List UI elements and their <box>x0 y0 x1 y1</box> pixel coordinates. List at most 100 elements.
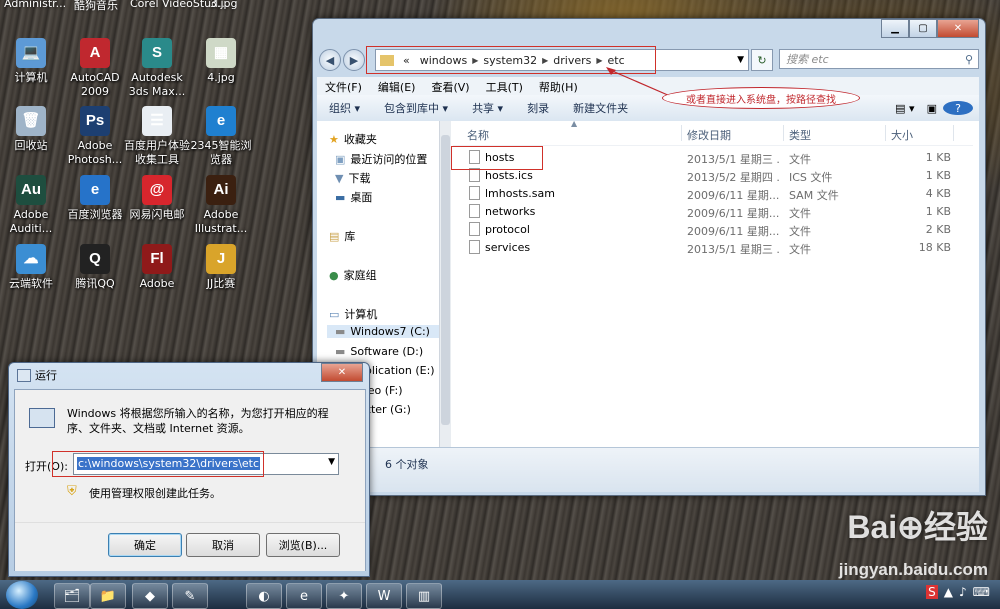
file-type: ICS 文件 <box>789 171 833 184</box>
desktop-icon[interactable]: e 百度浏览器 <box>60 175 130 222</box>
forward-button[interactable]: ▶ <box>343 49 365 71</box>
share-button[interactable]: 共享 ▾ <box>460 100 515 116</box>
cancel-button[interactable]: 取消 <box>186 533 260 557</box>
taskbar-word-icon: W <box>377 588 391 604</box>
desktop-icon[interactable]: 💻 计算机 <box>0 38 66 85</box>
minimize-button[interactable]: ▁ <box>881 19 909 38</box>
desktop-icon[interactable]: @ 网易闪电邮 <box>122 175 192 222</box>
taskbar-explorer[interactable]: 📁 <box>90 583 126 609</box>
menu-edit[interactable]: 编辑(E) <box>370 77 424 95</box>
new-folder-button[interactable]: 新建文件夹 <box>561 100 640 116</box>
nav-item-label: Software (D:) <box>350 345 424 358</box>
organize-button[interactable]: 组织 ▾ <box>317 100 372 116</box>
back-button[interactable]: ◀ <box>319 49 341 71</box>
taskbar-pin-1[interactable]: 🗂 <box>54 583 90 609</box>
nav-drive-c[interactable]: ▬ Windows7 (C:) <box>327 325 439 338</box>
nav-libraries[interactable]: ▤ 库 <box>329 228 355 244</box>
desktop-icon[interactable]: ☁ 云端软件 <box>0 244 66 291</box>
run-close-button[interactable]: ✕ <box>321 363 363 382</box>
file-icon <box>469 240 480 254</box>
status-bar: 6 个对象 <box>317 447 979 492</box>
desktop-icon[interactable]: ☰ 百度用户体验收集工具 <box>122 106 192 167</box>
taskbar-app-3[interactable]: ◆ <box>132 583 168 609</box>
open-dropdown-icon[interactable]: ▼ <box>328 457 335 467</box>
desktop-icon-label: Autodesk 3ds Max... <box>128 71 186 98</box>
desktop-icon[interactable]: ▦ 4.jpg <box>186 38 256 85</box>
column-type[interactable]: 类型 <box>789 127 811 143</box>
search-input[interactable]: 搜索 etc ⚲ <box>779 49 979 69</box>
shield-icon: ⛨ <box>67 484 77 499</box>
nav-item-label: Windows7 (C:) <box>350 325 430 338</box>
nav-drive-c-icon: ▬ <box>335 325 346 338</box>
file-date: 2013/5/1 星期三 ... <box>687 153 779 166</box>
desktop-label-kugou[interactable]: 酷狗音乐 <box>74 0 118 13</box>
help-icon[interactable]: ? <box>943 101 973 115</box>
run-program-icon <box>29 408 55 428</box>
file-row[interactable]: protocol 2009/6/11 星期... 文件 2 KB <box>453 221 973 239</box>
desktop-icon[interactable]: Q 腾讯QQ <box>60 244 130 291</box>
burn-button[interactable]: 刻录 <box>515 100 561 116</box>
tray-keyboard-icon[interactable]: ⌨ <box>973 585 990 599</box>
tray-s-icon[interactable]: S <box>926 585 938 599</box>
view-options-icon[interactable]: ▤ ▾ <box>889 102 920 115</box>
tray-volume-icon[interactable]: ♪ <box>959 585 967 599</box>
file-row[interactable]: services 2013/5/1 星期三 ... 文件 18 KB <box>453 239 973 257</box>
start-button[interactable] <box>6 581 38 609</box>
column-divider[interactable] <box>953 125 954 141</box>
admin-note: 使用管理权限创建此任务。 <box>89 487 221 500</box>
ok-button[interactable]: 确定 <box>108 533 182 557</box>
image-file-icon: ▦ <box>206 38 236 68</box>
nav-item-label: 收藏夹 <box>343 133 377 146</box>
desktop-icon[interactable]: 🗑 回收站 <box>0 106 66 153</box>
nav-scrollbar[interactable] <box>439 121 451 447</box>
desktop-label-admin[interactable]: Administr... <box>4 0 66 10</box>
menu-tools[interactable]: 工具(T) <box>478 77 531 95</box>
nav-drive-d[interactable]: ▬ Software (D:) <box>335 345 423 358</box>
column-date[interactable]: 修改日期 <box>687 127 731 143</box>
desktop-icon[interactable]: Ai Adobe Illustrat... <box>186 175 256 236</box>
browse-button[interactable]: 浏览(B)... <box>266 533 340 557</box>
tray-network-icon[interactable]: ▲ <box>944 585 953 599</box>
maximize-button[interactable]: ▢ <box>909 19 937 38</box>
column-name[interactable]: 名称 <box>467 127 489 143</box>
nav-downloads[interactable]: ▼ 下载 <box>335 170 370 186</box>
column-size[interactable]: 大小 <box>891 127 913 143</box>
column-divider[interactable] <box>783 125 784 141</box>
menu-help[interactable]: 帮助(H) <box>531 77 586 95</box>
taskbar-browser-2[interactable]: e <box>286 583 322 609</box>
file-row[interactable]: lmhosts.sam 2009/6/11 星期... SAM 文件 4 KB <box>453 185 973 203</box>
refresh-button[interactable]: ↻ <box>751 49 773 71</box>
nav-computer[interactable]: ▭ 计算机 <box>329 306 377 322</box>
desktop-icon[interactable]: Fl Adobe <box>122 244 192 291</box>
taskbar-app-4[interactable]: ✎ <box>172 583 208 609</box>
taskbar-word[interactable]: W <box>366 583 402 609</box>
recycle-bin-icon: 🗑 <box>16 106 46 136</box>
search-icon[interactable]: ⚲ <box>965 53 973 66</box>
taskbar-browser-1[interactable]: ◐ <box>246 583 282 609</box>
desktop-icon[interactable]: e 2345智能浏览器 <box>186 106 256 167</box>
nav-item-label: 桌面 <box>350 191 373 204</box>
desktop-icon[interactable]: A AutoCAD 2009 <box>60 38 130 99</box>
taskbar-app-9[interactable]: ▥ <box>406 583 442 609</box>
desktop-icon[interactable]: Au Adobe Auditi... <box>0 175 66 236</box>
address-dropdown-icon[interactable]: ▼ <box>737 55 744 65</box>
close-button[interactable]: ✕ <box>937 19 979 38</box>
desktop-icon[interactable]: J JJ比赛 <box>186 244 256 291</box>
desktop-icon[interactable]: S Autodesk 3ds Max... <box>122 38 192 99</box>
column-divider[interactable] <box>681 125 682 141</box>
nav-favorites[interactable]: ★ 收藏夹 <box>329 131 377 147</box>
taskbar-app-7[interactable]: ✦ <box>326 583 362 609</box>
desktop-label-3jpg[interactable]: 3.jpg <box>210 0 238 10</box>
nav-recent[interactable]: ▣ 最近访问的位置 <box>335 151 427 167</box>
menu-view[interactable]: 查看(V) <box>423 77 477 95</box>
desktop-icon[interactable]: Ps Adobe Photosh... <box>60 106 130 167</box>
include-library-button[interactable]: 包含到库中 ▾ <box>372 100 460 116</box>
menu-file[interactable]: 文件(F) <box>317 77 370 95</box>
column-divider[interactable] <box>885 125 886 141</box>
nav-desktop[interactable]: ▬ 桌面 <box>335 189 372 205</box>
file-row[interactable]: networks 2009/6/11 星期... 文件 1 KB <box>453 203 973 221</box>
run-title: 运行 <box>35 369 57 382</box>
preview-pane-icon[interactable]: ▣ <box>921 102 943 115</box>
nav-homegroup[interactable]: ● 家庭组 <box>329 267 377 283</box>
scrollbar-thumb[interactable] <box>441 135 450 425</box>
